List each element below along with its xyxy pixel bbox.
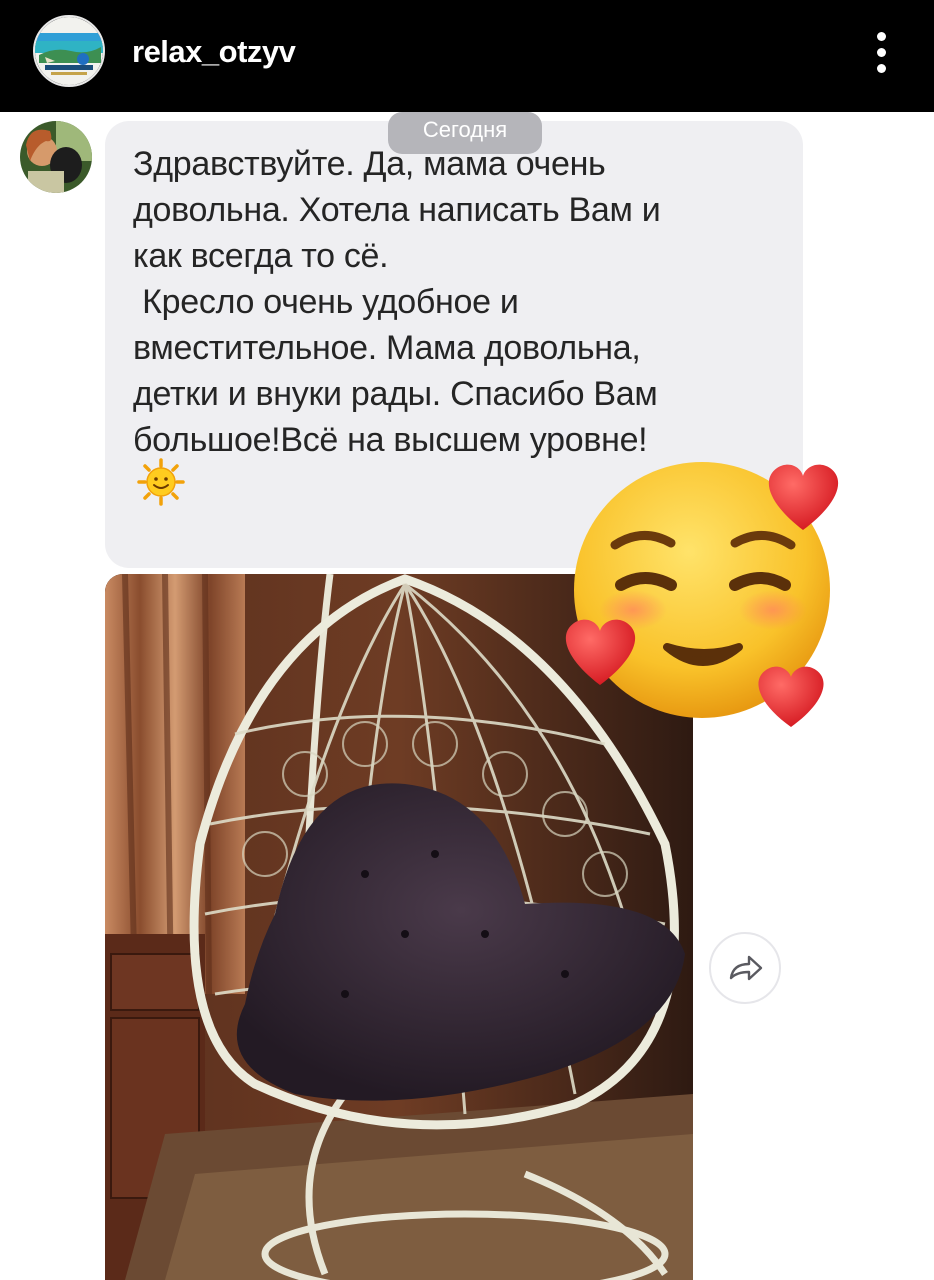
more-options-button[interactable] xyxy=(860,26,904,78)
message-line: детки и внуки рады. Спасибо Вам xyxy=(133,375,658,413)
smiling-sun-icon xyxy=(137,458,185,506)
share-button[interactable] xyxy=(709,932,781,1004)
message-line: как всегда то сё. xyxy=(133,237,389,275)
instagram-direct-chat: relax_otzyv Сегодня Здравствуйте. Да, ма… xyxy=(0,0,934,1280)
message-line: Здравствуйте. Да, мама очень xyxy=(133,145,606,183)
chat-header: relax_otzyv xyxy=(0,0,934,112)
message-line: вместительное. Мама довольна, xyxy=(133,329,641,367)
sender-avatar[interactable] xyxy=(20,121,92,193)
smiling-face-with-hearts-icon xyxy=(555,455,855,745)
chat-username[interactable]: relax_otzyv xyxy=(132,32,296,72)
message-line: довольна. Хотела написать Вам и xyxy=(133,191,661,229)
beach-logo-icon xyxy=(35,17,103,85)
share-arrow-icon xyxy=(729,955,763,981)
more-dot xyxy=(877,48,886,57)
profile-avatar[interactable] xyxy=(33,15,105,87)
message-line: Кресло очень удобное и xyxy=(133,283,519,321)
more-dot xyxy=(877,64,886,73)
message-text: Здравствуйте. Да, мама очень довольна. Х… xyxy=(133,141,783,463)
sender-photo-icon xyxy=(20,121,92,193)
more-vertical-icon xyxy=(877,32,886,41)
